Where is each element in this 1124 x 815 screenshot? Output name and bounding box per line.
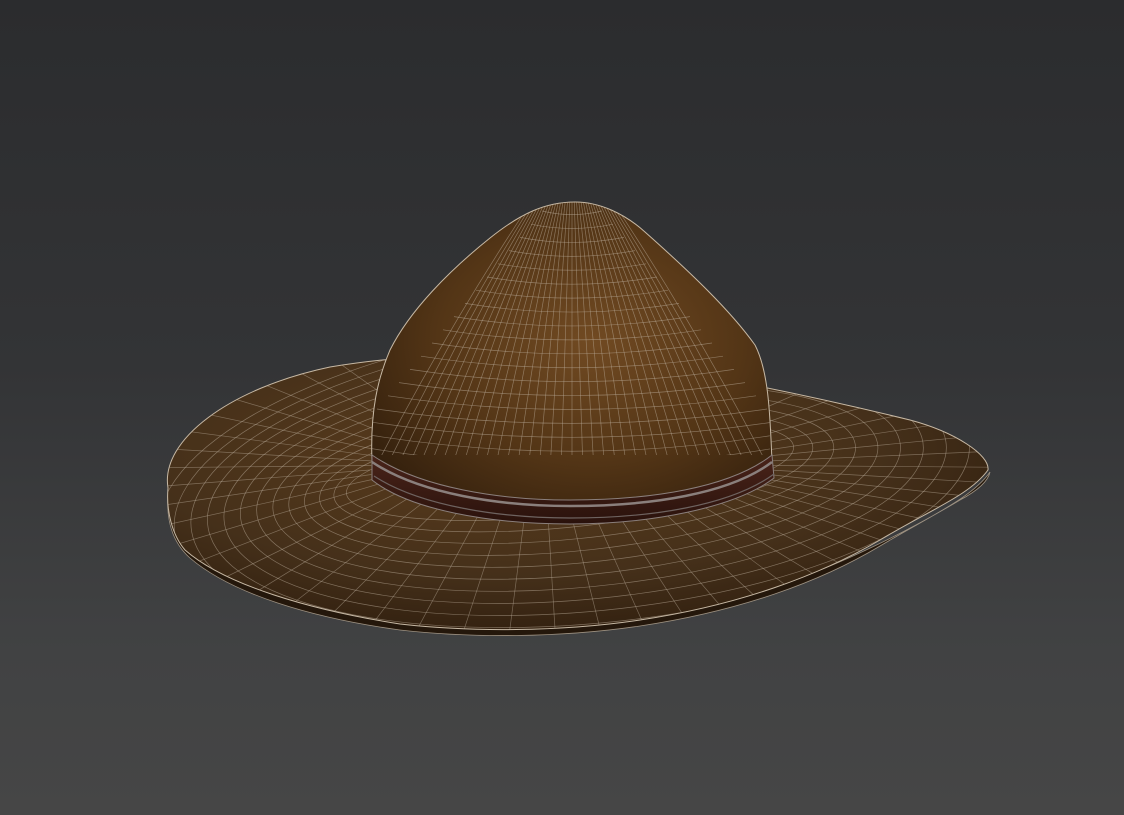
3d-viewport[interactable] [0, 0, 1124, 815]
viewport-canvas[interactable] [0, 0, 1124, 815]
